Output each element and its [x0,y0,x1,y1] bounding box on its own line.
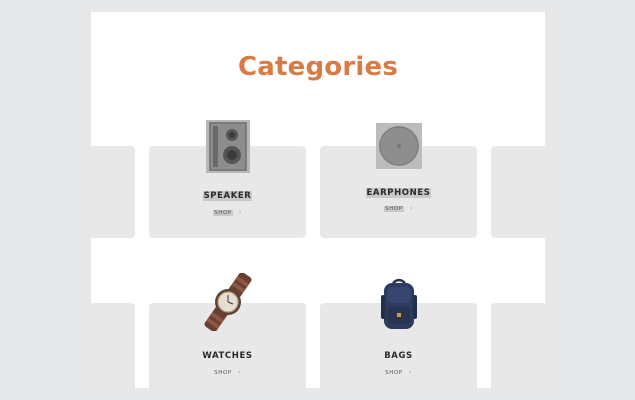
category-label: EARPHONES [365,188,432,198]
watch-image [204,273,252,331]
chevron-right-icon: › [237,369,241,376]
category-card-partial-left[interactable] [91,303,135,388]
shop-link[interactable]: SHOP › [320,205,477,212]
shop-link[interactable]: SHOP › [320,369,477,376]
category-label: WATCHES [202,351,253,361]
backpack-image [381,278,417,329]
section-title: Categories [237,52,398,82]
earphones-image [376,123,422,169]
shop-link[interactable]: SHOP › [149,209,306,216]
category-card-bags[interactable]: BAGS SHOP › [320,278,477,388]
category-card-partial-right[interactable] [491,303,545,388]
speaker-image [206,120,250,173]
category-card-partial-right[interactable] [491,146,545,238]
category-card-speaker[interactable]: SPEAKER SHOP › [149,120,306,238]
category-card-earphones[interactable]: EARPHONES SHOP › [320,123,477,238]
category-card-partial-left[interactable] [91,146,135,238]
chevron-right-icon: › [409,205,413,212]
chevron-right-icon: › [408,369,412,376]
category-label: BAGS [384,351,413,361]
categories-panel: Categories SPEAKER SHOP › EARPHONES SHOP › [91,12,545,388]
chevron-right-icon: › [238,209,242,216]
shop-link[interactable]: SHOP › [149,369,306,376]
category-label: SPEAKER [202,191,253,201]
category-card-watches[interactable]: WATCHES SHOP › [149,273,306,388]
